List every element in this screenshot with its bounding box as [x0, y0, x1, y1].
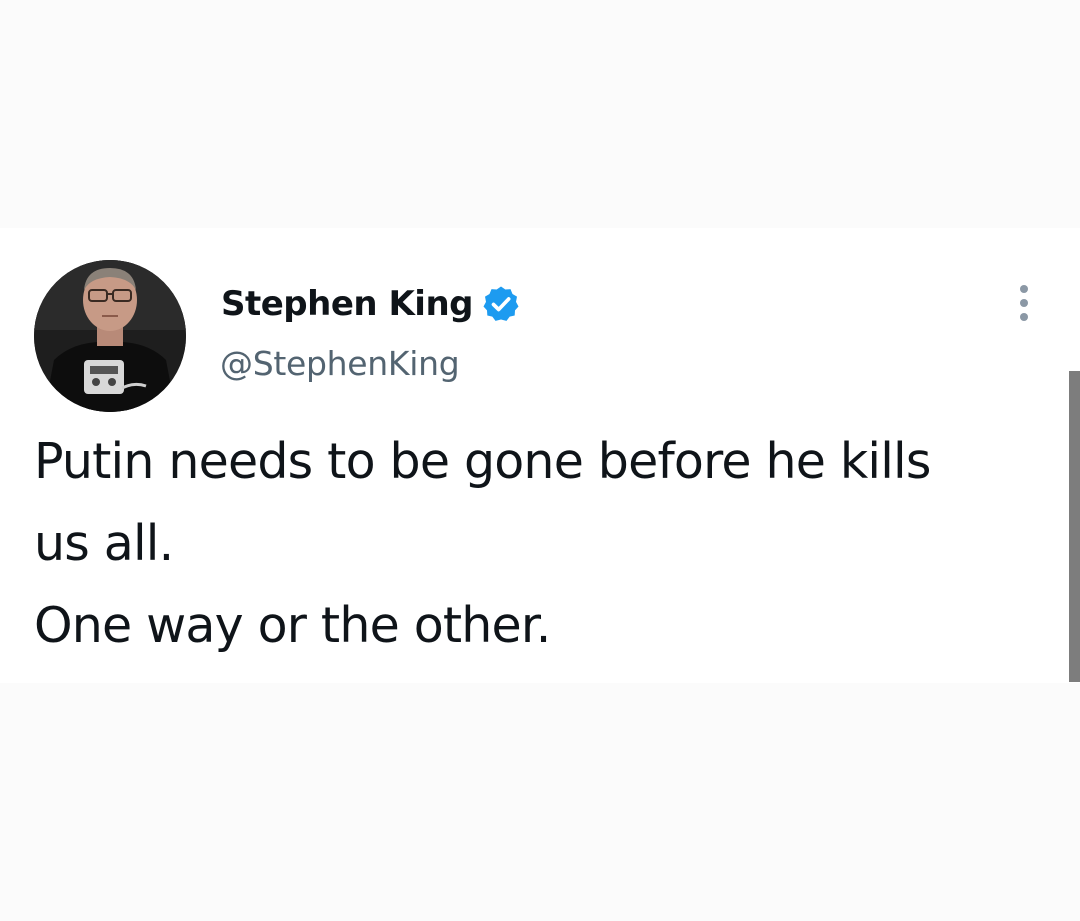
author-display-name[interactable]: Stephen King [221, 284, 474, 324]
tweet-text-line: Putin needs to be gone before he kills [34, 433, 931, 490]
profile-photo-icon [34, 260, 186, 412]
verified-badge-icon [483, 286, 519, 321]
avatar[interactable] [34, 260, 186, 412]
more-options-icon-dot [1020, 313, 1028, 321]
tweet-text-line: One way or the other. [34, 597, 551, 654]
tweet-card: Stephen King @StephenKing Putin needs to… [0, 228, 1080, 683]
author-name-row: Stephen King [221, 280, 521, 328]
tweet-text-line: us all. [34, 515, 174, 572]
more-options-icon-dot [1020, 299, 1028, 307]
tweet-text: Putin needs to be gone before he kills u… [34, 421, 1064, 667]
author-handle[interactable]: @StephenKing [220, 344, 460, 383]
scrollbar[interactable] [1069, 371, 1080, 682]
more-options-icon [1020, 285, 1028, 293]
more-options-button[interactable] [1002, 278, 1046, 328]
